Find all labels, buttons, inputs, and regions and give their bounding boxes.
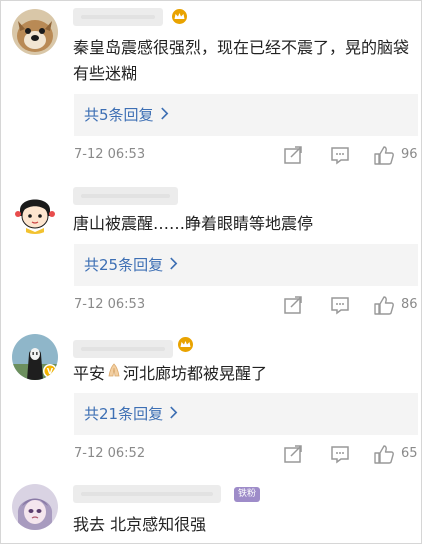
avatar[interactable]: [12, 484, 58, 530]
reply-count-label: 共5条回复: [84, 106, 154, 124]
thumb-up-icon[interactable]: [373, 294, 395, 316]
comment-text-part: 河北廊坊都被晃醒了: [123, 364, 268, 383]
comment-text: 秦皇岛震感很强烈，现在已经不震了，晃的脑袋有些迷糊: [73, 38, 410, 83]
share-icon[interactable]: [282, 294, 304, 316]
comment-icon[interactable]: [329, 294, 351, 316]
comment-time: 7-12 06:53: [74, 147, 146, 162]
username[interactable]: [73, 187, 178, 205]
crown-badge-icon: [171, 9, 188, 24]
share-icon[interactable]: [282, 443, 304, 465]
comment-meta: 7-12 06:52 65: [1, 443, 421, 465]
like-count: 96: [401, 147, 418, 162]
reply-count-label: 共25条回复: [84, 256, 164, 274]
username[interactable]: [73, 8, 163, 26]
view-replies-link[interactable]: 共5条回复: [74, 94, 418, 136]
comment-time: 7-12 06:53: [74, 297, 146, 312]
comment-item: 唐山被震醒……睁着眼睛等地震停 共25条回复 7-12 06:53 86: [1, 185, 421, 334]
thumb-up-icon[interactable]: [373, 144, 395, 166]
comment-text: 平安 河北廊坊都被晃醒了: [73, 361, 418, 388]
thumb-up-icon[interactable]: [373, 443, 395, 465]
reply-count-label: 共21条回复: [84, 405, 164, 423]
chevron-right-icon: [169, 244, 178, 286]
comment-item: 秦皇岛震感很强烈，现在已经不震了，晃的脑袋有些迷糊 共5条回复 7-12 06:…: [1, 1, 421, 185]
share-icon[interactable]: [282, 144, 304, 166]
comment-list: 秦皇岛震感很强烈，现在已经不震了，晃的脑袋有些迷糊 共5条回复 7-12 06:…: [0, 0, 422, 544]
username[interactable]: [73, 340, 173, 358]
avatar[interactable]: [12, 9, 58, 55]
like-count: 65: [401, 446, 418, 461]
comment-text-part: 平安: [73, 364, 106, 383]
crown-badge-icon: [177, 337, 194, 352]
avatar[interactable]: V: [12, 334, 58, 380]
comment-time: 7-12 06:52: [74, 446, 146, 461]
comment-icon[interactable]: [329, 443, 351, 465]
view-replies-link[interactable]: 共25条回复: [74, 244, 418, 286]
chevron-right-icon: [160, 94, 169, 136]
username[interactable]: [73, 485, 221, 503]
like-count: 86: [401, 297, 418, 312]
view-replies-link[interactable]: 共21条回复: [74, 393, 418, 435]
comment-meta: 7-12 06:53 86: [1, 294, 421, 316]
svg-text:V: V: [47, 367, 54, 376]
comment-text: 唐山被震醒……睁着眼睛等地震停: [73, 214, 314, 233]
comment-item: 铁粉 我去 北京感知很强: [1, 476, 421, 543]
pray-emoji-icon: [105, 362, 123, 388]
chevron-right-icon: [169, 393, 178, 435]
fan-badge: 铁粉: [234, 487, 261, 502]
comment-icon[interactable]: [329, 144, 351, 166]
comment-meta: 7-12 06:53 96: [1, 144, 421, 166]
comment-item: V 平安 河北廊坊都被晃醒了 共21条回复 7-12 06:52 65: [1, 334, 421, 476]
avatar[interactable]: [12, 188, 58, 234]
comment-text: 我去 北京感知很强: [73, 515, 207, 534]
